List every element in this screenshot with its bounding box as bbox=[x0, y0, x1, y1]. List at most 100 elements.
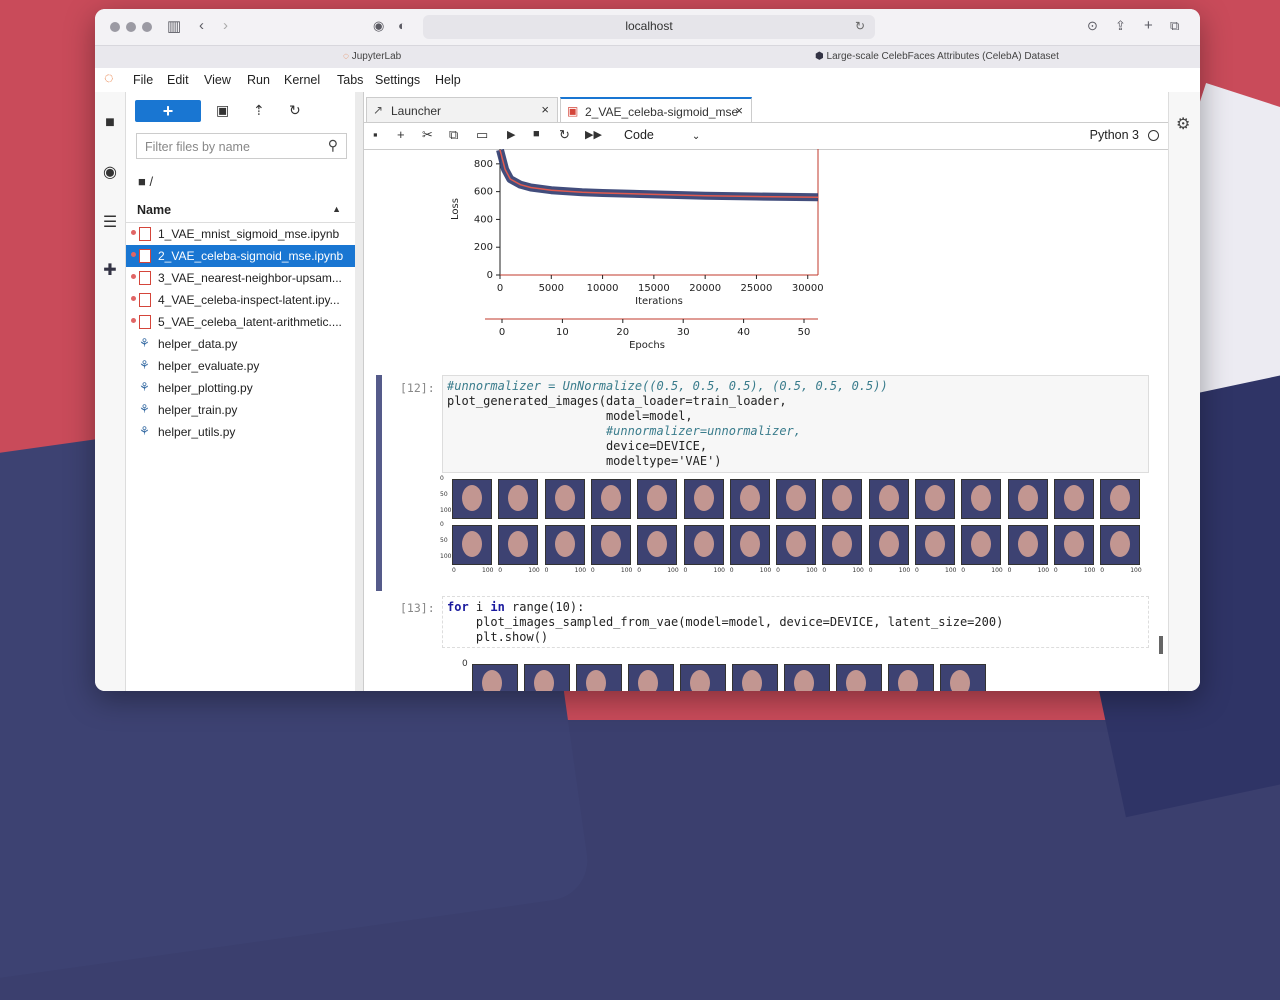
file-list-header[interactable]: Name ▲ bbox=[126, 200, 355, 223]
shield-icon[interactable]: ◐ bbox=[398, 18, 406, 33]
epoch-axis-label: Epochs bbox=[629, 340, 665, 351]
menu-edit[interactable]: Edit bbox=[167, 73, 189, 87]
property-inspector-icon[interactable]: ⚙ bbox=[1176, 114, 1190, 134]
file-item[interactable]: ⚘ helper_data.py bbox=[126, 333, 355, 355]
tab-notebook[interactable]: ▣ 2_VAE_celeba-sigmoid_mse × bbox=[560, 97, 752, 124]
face-image bbox=[868, 525, 909, 565]
notebook-content[interactable]: 0 200 400 600 800 0 5000 10000 15000 20000 25000 30… bbox=[364, 149, 1169, 691]
face-image bbox=[729, 525, 770, 565]
privacy-icon[interactable]: ◉ bbox=[373, 18, 384, 34]
save-icon[interactable]: ▪ bbox=[373, 127, 378, 142]
filter-files-input[interactable]: Filter files by name ⚲ bbox=[136, 133, 347, 159]
notebook-panel: ↗ Launcher × ▣ 2_VAE_celeba-sigmoid_mse … bbox=[363, 92, 1169, 691]
cell-selection-bar[interactable] bbox=[376, 375, 382, 591]
menu-run[interactable]: Run bbox=[247, 73, 270, 87]
tab-launcher[interactable]: ↗ Launcher × bbox=[366, 97, 558, 123]
cut-icon[interactable]: ✂ bbox=[422, 127, 433, 143]
file-item[interactable]: ⚘ helper_plotting.py bbox=[126, 377, 355, 399]
file-name: 5_VAE_celeba_latent-arithmetic.... bbox=[158, 315, 342, 329]
run-icon[interactable]: ▶ bbox=[507, 128, 515, 141]
menu-file[interactable]: File bbox=[133, 73, 153, 87]
sample-y-tick: 0 bbox=[462, 659, 468, 669]
maximize-window-button[interactable] bbox=[142, 22, 152, 32]
back-icon[interactable]: ‹ bbox=[199, 17, 204, 34]
menu-view[interactable]: View bbox=[204, 73, 231, 87]
face-image bbox=[637, 479, 678, 519]
restart-icon[interactable]: ↻ bbox=[559, 127, 570, 143]
image-x-tick: 100 bbox=[1083, 567, 1096, 574]
refresh-icon[interactable]: ↻ bbox=[289, 102, 301, 119]
file-name: helper_evaluate.py bbox=[158, 359, 260, 373]
forward-icon[interactable]: › bbox=[223, 17, 228, 34]
face-image bbox=[868, 479, 909, 519]
folder-icon[interactable]: ■ bbox=[101, 114, 119, 132]
sampled-face-image bbox=[524, 664, 570, 691]
copy-icon[interactable]: ⧉ bbox=[449, 127, 458, 143]
menu-help[interactable]: Help bbox=[435, 73, 461, 87]
address-bar[interactable]: localhost ↻ bbox=[423, 15, 875, 39]
epoch-tick-label: 0 bbox=[499, 327, 505, 338]
y-tick-label: 600 bbox=[474, 187, 493, 198]
code-cell-12[interactable]: #unnormalizer = UnNormalize((0.5, 0.5, 0… bbox=[442, 375, 1149, 473]
minimize-window-button[interactable] bbox=[126, 22, 136, 32]
stop-icon[interactable]: ■ bbox=[533, 128, 540, 140]
face-image bbox=[1007, 525, 1048, 565]
image-x-tick: 100 bbox=[528, 567, 540, 574]
file-item[interactable]: ⚘ helper_evaluate.py bbox=[126, 355, 355, 377]
running-indicator-icon bbox=[131, 230, 136, 235]
file-name: 2_VAE_celeba-sigmoid_mse.ipynb bbox=[158, 249, 344, 263]
file-item[interactable]: 2_VAE_celeba-sigmoid_mse.ipynb bbox=[126, 245, 355, 267]
tab-overview-icon[interactable]: ⧉ bbox=[1170, 18, 1179, 34]
file-item[interactable]: 4_VAE_celeba-inspect-latent.ipy... bbox=[126, 289, 355, 311]
breadcrumb[interactable]: ■ / bbox=[138, 174, 153, 189]
close-icon[interactable]: × bbox=[735, 103, 743, 118]
browser-tab-jupyterlab[interactable]: ◌ JupyterLab bbox=[343, 51, 401, 62]
reload-icon[interactable]: ↻ bbox=[855, 19, 865, 33]
close-window-button[interactable] bbox=[110, 22, 120, 32]
extension-icon[interactable]: ✚ bbox=[101, 260, 119, 279]
face-image bbox=[961, 479, 1002, 519]
cell-type-select[interactable]: Code ⌄ bbox=[624, 128, 700, 142]
image-x-tick: 100 bbox=[667, 567, 679, 574]
code-line: #unnormalizer=unnormalizer, bbox=[447, 424, 802, 438]
paste-icon[interactable]: ▭ bbox=[476, 127, 488, 143]
new-folder-icon[interactable]: ▣ bbox=[216, 102, 229, 119]
image-x-tick: 0 bbox=[544, 567, 549, 574]
close-icon[interactable]: × bbox=[541, 102, 549, 117]
toc-icon[interactable]: ☰ bbox=[101, 212, 119, 231]
file-item[interactable]: ⚘ helper_utils.py bbox=[126, 421, 355, 443]
download-icon[interactable]: ⊙ bbox=[1087, 18, 1098, 34]
image-x-tick: 0 bbox=[1007, 567, 1012, 574]
sidebar-toggle-icon[interactable]: ▥ bbox=[167, 17, 181, 35]
image-x-tick: 100 bbox=[852, 567, 864, 574]
image-x-tick: 0 bbox=[961, 567, 966, 574]
run-all-icon[interactable]: ▶▶ bbox=[585, 128, 602, 141]
file-item[interactable]: 5_VAE_celeba_latent-arithmetic.... bbox=[126, 311, 355, 333]
new-tab-icon[interactable]: + bbox=[1144, 17, 1153, 34]
running-icon[interactable]: ◉ bbox=[101, 162, 119, 181]
file-item[interactable]: 3_VAE_nearest-neighbor-upsam... bbox=[126, 267, 355, 289]
menu-tabs[interactable]: Tabs bbox=[337, 73, 363, 87]
panel-splitter[interactable] bbox=[355, 92, 363, 691]
jupyter-logo-icon: ◌ bbox=[104, 70, 114, 87]
kernel-name[interactable]: Python 3 bbox=[1090, 128, 1139, 142]
browser-tab-celeba[interactable]: ⬢ Large-scale CelebFaces Attributes (Cel… bbox=[815, 51, 1059, 62]
menu-settings[interactable]: Settings bbox=[375, 73, 420, 87]
notebook-icon bbox=[139, 293, 151, 307]
insert-cell-icon[interactable]: + bbox=[397, 127, 405, 142]
face-image bbox=[961, 525, 1002, 565]
jupyter-logo-icon: ◌ bbox=[343, 51, 352, 62]
file-item[interactable]: 1_VAE_mnist_sigmoid_mse.ipynb bbox=[126, 223, 355, 245]
share-icon[interactable]: ⇪ bbox=[1115, 18, 1126, 34]
image-x-tick: 0 bbox=[637, 567, 642, 574]
image-x-tick: 0 bbox=[868, 567, 873, 574]
upload-icon[interactable]: ⇡ bbox=[253, 102, 265, 119]
face-image bbox=[544, 479, 585, 519]
x-tick-label: 10000 bbox=[587, 283, 619, 294]
code-cell-13[interactable]: for i in range(10): plot_images_sampled_… bbox=[442, 596, 1149, 648]
menu-kernel[interactable]: Kernel bbox=[284, 73, 320, 87]
file-item[interactable]: ⚘ helper_train.py bbox=[126, 399, 355, 421]
scrollbar[interactable] bbox=[1159, 636, 1163, 654]
browser-toolbar: ▥ ‹ › ◉ ◐ localhost ↻ ⊙ ⇪ + ⧉ bbox=[95, 9, 1200, 45]
new-launcher-button[interactable]: + bbox=[135, 100, 201, 122]
